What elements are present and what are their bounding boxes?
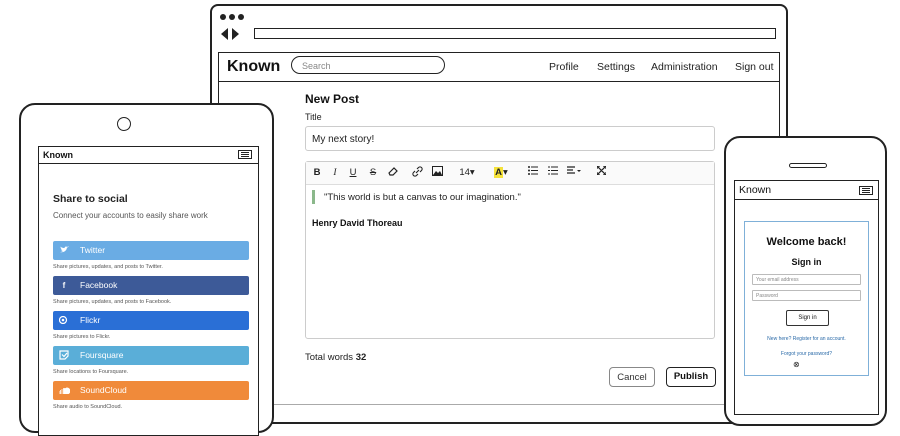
flickr-button[interactable]: Flickr bbox=[53, 311, 249, 330]
word-count-value: 32 bbox=[355, 352, 367, 363]
phone-logo[interactable]: Known bbox=[739, 184, 771, 196]
forgot-password-link[interactable]: Forgot your password? bbox=[745, 351, 868, 357]
back-arrow-icon[interactable] bbox=[221, 28, 228, 40]
link-icon[interactable] bbox=[410, 166, 424, 180]
nav-settings[interactable]: Settings bbox=[597, 61, 635, 73]
foursquare-description: Share locations to Foursquare. bbox=[53, 369, 129, 375]
publish-button[interactable]: Publish bbox=[666, 367, 716, 387]
signin-heading: Sign in bbox=[791, 257, 822, 267]
main-content: New Post Title My next story! B I U S 14… bbox=[218, 82, 780, 412]
flickr-description: Share pictures to Flickr. bbox=[53, 334, 111, 340]
rich-text-editor[interactable]: B I U S 14▾ A▾ "This world is but a canv… bbox=[305, 161, 715, 339]
register-link[interactable]: New here? Register for an account. bbox=[745, 336, 868, 342]
home-button-icon[interactable]: ⊗ bbox=[793, 360, 800, 369]
facebook-label: Facebook bbox=[80, 280, 118, 290]
strikethrough-button[interactable]: S bbox=[366, 166, 380, 180]
blockquote-marker bbox=[312, 190, 315, 204]
password-field[interactable]: Password bbox=[752, 290, 861, 301]
twitter-label: Twitter bbox=[80, 245, 106, 255]
word-count-label: Total words bbox=[305, 352, 354, 363]
bold-button[interactable]: B bbox=[310, 166, 324, 180]
welcome-heading: Welcome back! bbox=[766, 236, 847, 248]
menu-icon[interactable] bbox=[238, 150, 252, 159]
title-label: Title bbox=[305, 112, 322, 122]
flickr-label: Flickr bbox=[80, 315, 101, 325]
title-input[interactable]: My next story! bbox=[305, 126, 715, 151]
facebook-icon: f bbox=[62, 281, 66, 290]
highlight-dropdown[interactable]: A▾ bbox=[490, 166, 512, 180]
tablet-device-frame: Known Share to social Connect your accou… bbox=[19, 103, 274, 436]
window-dot bbox=[220, 14, 226, 20]
highlight-icon: A bbox=[494, 167, 504, 178]
nav-profile[interactable]: Profile bbox=[549, 61, 579, 73]
quote-text: "This world is but a canvas to our imagi… bbox=[324, 192, 521, 203]
foursquare-label: Foursquare bbox=[80, 350, 124, 360]
soundcloud-icon bbox=[58, 381, 71, 401]
tablet-screen: Known Share to social Connect your accou… bbox=[38, 146, 259, 436]
author-text: Henry David Thoreau bbox=[312, 218, 403, 228]
tablet-logo[interactable]: Known bbox=[43, 150, 73, 160]
nav-sign-out[interactable]: Sign out bbox=[735, 61, 774, 73]
search-input[interactable]: Search bbox=[291, 56, 445, 74]
forward-arrow-icon[interactable] bbox=[232, 28, 239, 40]
twitter-icon bbox=[59, 241, 69, 261]
nav-administration[interactable]: Administration bbox=[651, 61, 718, 73]
soundcloud-button[interactable]: SoundCloud bbox=[53, 381, 249, 400]
fullscreen-icon[interactable] bbox=[594, 165, 608, 180]
phone-screen: Known Welcome back! Sign in Your email a… bbox=[734, 180, 879, 415]
share-heading: Share to social bbox=[53, 193, 128, 205]
font-size-value: 14 bbox=[459, 167, 470, 178]
window-dot bbox=[238, 14, 244, 20]
camera-icon bbox=[117, 117, 131, 131]
email-field[interactable]: Your email address bbox=[752, 274, 861, 285]
divider bbox=[219, 404, 778, 405]
soundcloud-description: Share audio to SoundCloud. bbox=[53, 404, 123, 410]
align-icon[interactable] bbox=[564, 166, 584, 180]
image-icon[interactable] bbox=[430, 166, 444, 180]
font-size-dropdown[interactable]: 14▾ bbox=[456, 166, 478, 180]
cancel-button[interactable]: Cancel bbox=[609, 367, 655, 387]
numbered-list-icon[interactable] bbox=[546, 166, 560, 180]
divider bbox=[39, 163, 258, 164]
facebook-button[interactable]: f Facebook bbox=[53, 276, 249, 295]
flickr-icon bbox=[58, 311, 69, 331]
phone-device-frame: Known Welcome back! Sign in Your email a… bbox=[724, 136, 887, 426]
signin-button[interactable]: Sign in bbox=[786, 310, 829, 326]
page-title: New Post bbox=[305, 92, 360, 106]
site-logo[interactable]: Known bbox=[227, 58, 280, 76]
italic-button[interactable]: I bbox=[328, 166, 342, 180]
word-count: Total words 32 bbox=[305, 352, 366, 363]
speaker-icon bbox=[789, 163, 827, 168]
editor-toolbar: B I U S 14▾ A▾ bbox=[306, 162, 714, 185]
bulleted-list-icon[interactable] bbox=[526, 166, 540, 180]
window-dot bbox=[229, 14, 235, 20]
facebook-description: Share pictures, updates, and posts to Fa… bbox=[53, 299, 172, 305]
share-subheading: Connect your accounts to easily share wo… bbox=[53, 211, 208, 220]
menu-icon[interactable] bbox=[859, 186, 873, 195]
twitter-button[interactable]: Twitter bbox=[53, 241, 249, 260]
site-header: Known Search Profile Settings Administra… bbox=[218, 52, 780, 82]
soundcloud-label: SoundCloud bbox=[80, 385, 127, 395]
foursquare-icon bbox=[59, 346, 69, 367]
underline-button[interactable]: U bbox=[346, 166, 360, 180]
desktop-browser-frame: Known Search Profile Settings Administra… bbox=[210, 4, 788, 424]
url-bar[interactable] bbox=[254, 28, 776, 39]
foursquare-button[interactable]: Foursquare bbox=[53, 346, 249, 365]
signin-card: Welcome back! Sign in Your email address… bbox=[744, 221, 869, 376]
eraser-icon[interactable] bbox=[386, 166, 400, 180]
divider bbox=[735, 199, 878, 200]
twitter-description: Share pictures, updates, and posts to Tw… bbox=[53, 264, 163, 270]
